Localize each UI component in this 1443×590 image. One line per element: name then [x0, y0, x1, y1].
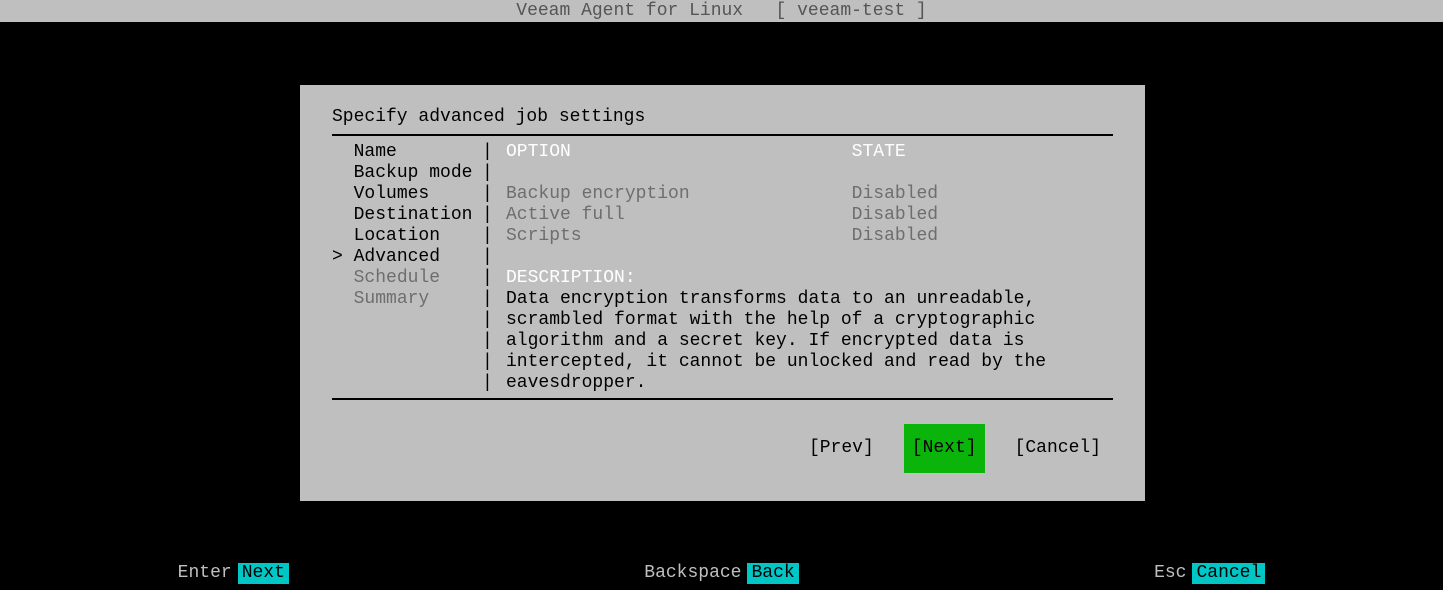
- header-state: STATE: [852, 142, 906, 162]
- hint-enter-label: Enter: [178, 563, 232, 584]
- title-bar: Veeam Agent for Linux [ veeam-test ]: [0, 0, 1443, 22]
- header-option: OPTION: [506, 142, 571, 162]
- option-row-backup-encryption[interactable]: Backup encryption Disabled: [506, 184, 1113, 205]
- sidebar-item-advanced[interactable]: > Advanced: [332, 247, 482, 268]
- keyboard-hints: Enter Next Backspace Back Esc Cancel: [0, 563, 1443, 584]
- hint-backspace-key: Back: [747, 563, 798, 584]
- hint-enter: Enter Next: [178, 563, 289, 584]
- options-header-row: OPTION STATE: [506, 142, 1113, 163]
- hint-backspace: Backspace Back: [644, 563, 798, 584]
- next-button[interactable]: [Next]: [904, 424, 985, 473]
- hint-backspace-label: Backspace: [644, 563, 741, 584]
- sidebar-item-summary[interactable]: Summary: [332, 289, 482, 310]
- dialog-body: Name Backup mode Volumes Destination Loc…: [332, 142, 1113, 394]
- dialog-title: Specify advanced job settings: [332, 107, 1113, 128]
- separator-top: [332, 134, 1113, 136]
- hint-enter-key: Next: [238, 563, 289, 584]
- sidebar-item-destination[interactable]: Destination: [332, 205, 482, 226]
- sidebar-item-backup-mode[interactable]: Backup mode: [332, 163, 482, 184]
- cancel-button[interactable]: [Cancel]: [1009, 432, 1107, 465]
- sidebar-item-name[interactable]: Name: [332, 142, 482, 163]
- sidebar-item-volumes[interactable]: Volumes: [332, 184, 482, 205]
- description-text: Data encryption transforms data to an un…: [506, 289, 1113, 394]
- option-row-active-full[interactable]: Active full Disabled: [506, 205, 1113, 226]
- options-panel: OPTION STATE Backup encryption Disabled …: [506, 142, 1113, 394]
- wizard-steps-sidebar: Name Backup mode Volumes Destination Loc…: [332, 142, 482, 394]
- vertical-divider: | | | | | | | | | | | |: [482, 142, 506, 394]
- prev-button[interactable]: [Prev]: [803, 432, 880, 465]
- hint-esc-key: Cancel: [1192, 563, 1265, 584]
- option-row-scripts[interactable]: Scripts Disabled: [506, 226, 1113, 247]
- hint-esc: Esc Cancel: [1154, 563, 1265, 584]
- sidebar-item-schedule[interactable]: Schedule: [332, 268, 482, 289]
- dialog-footer: [Prev] [Next] [Cancel]: [332, 424, 1107, 473]
- separator-bottom: [332, 398, 1113, 400]
- sidebar-item-location[interactable]: Location: [332, 226, 482, 247]
- advanced-settings-dialog: Specify advanced job settings Name Backu…: [300, 85, 1145, 501]
- description-label: DESCRIPTION:: [506, 268, 1113, 289]
- hint-esc-label: Esc: [1154, 563, 1186, 584]
